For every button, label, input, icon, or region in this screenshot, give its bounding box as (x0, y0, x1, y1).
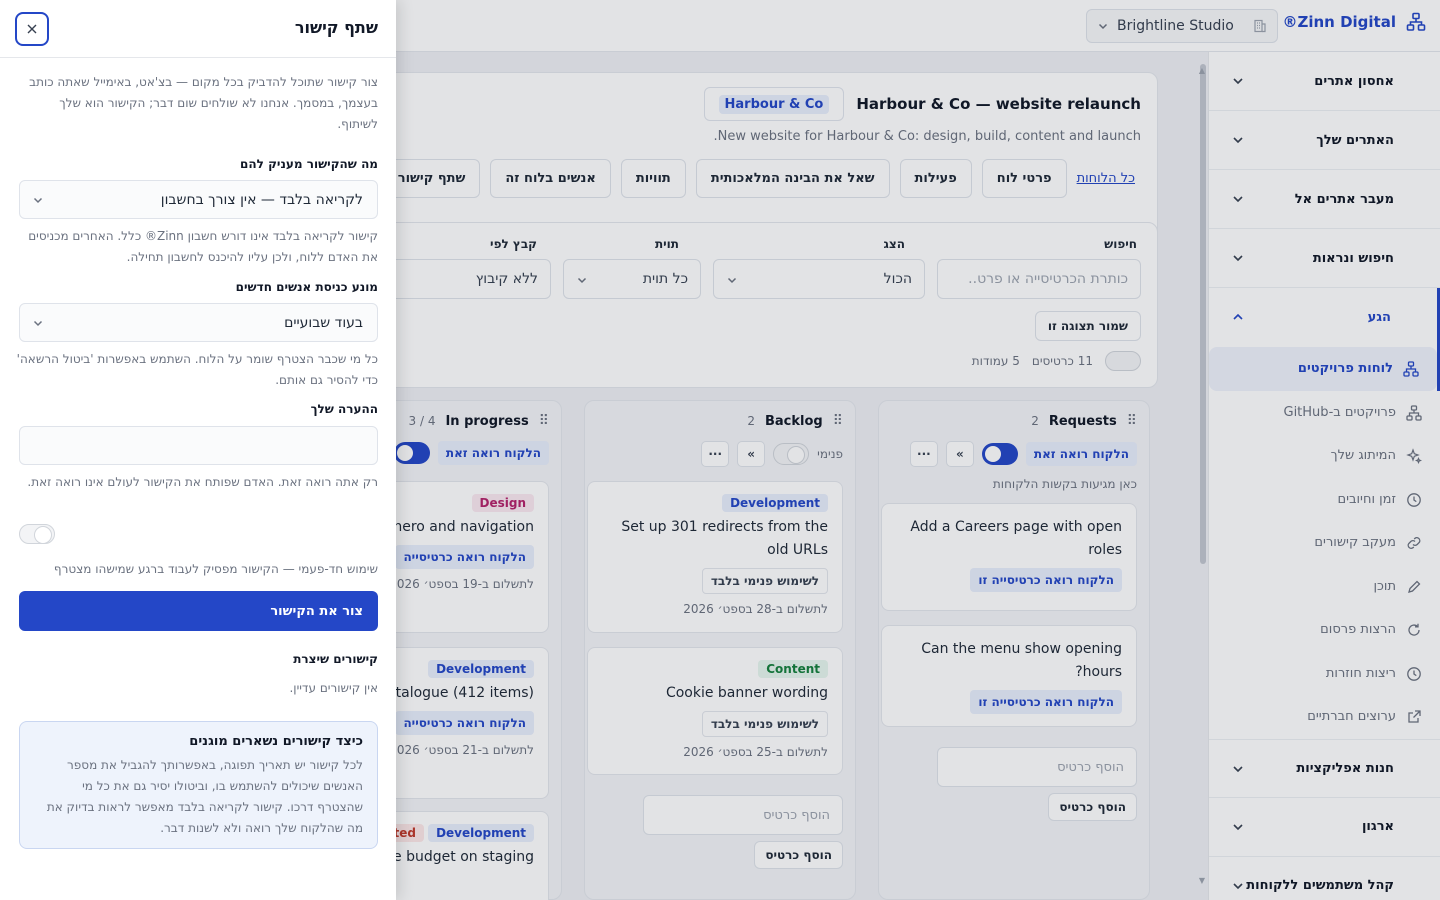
panel-title: שתף קישור (294, 18, 378, 37)
access-label: מה שהקישור מעניק להם (240, 157, 378, 171)
create-link-button[interactable]: צור את הקישור (19, 591, 378, 631)
modal-backdrop[interactable] (396, 0, 1440, 900)
panel-intro: צור קישור שתוכל להדביק בכל מקום — בצ'אט,… (29, 75, 378, 131)
expiry-select[interactable]: בעוד שבועיים (19, 303, 378, 342)
created-links-label: קישורים שיצרת (293, 652, 378, 666)
stop-label: מונע כניסת אנשים חדשים (235, 280, 378, 294)
note-help: רק אתה רואה זאת. האדם שפותח את הקישור לע… (27, 475, 378, 489)
chevron-down-icon (33, 320, 43, 327)
security-info-box: כיצד קישורים נשארים מוגנים לכל קישור יש … (19, 721, 378, 849)
expiry-help: כל מי שכבר הצטרף שומר על הלוח. השתמש באפ… (16, 352, 378, 387)
share-link-panel: שתף קישור צור קישור שתוכל להדביק בכל מקו… (0, 0, 396, 900)
one-time-label: שימוש חד-פעמי — הקישור מפסיק לעבוד ברגע … (53, 562, 378, 576)
created-links-empty: אין קישורים עדיין. (289, 681, 378, 695)
access-select[interactable]: לקריאה בלבד — אין צורך בחשבון (19, 180, 378, 219)
note-label: ההערה שלך (310, 402, 378, 416)
access-help: קישור לקריאה בלבד אינו דורש חשבון Zinn® … (28, 229, 378, 264)
note-input[interactable] (19, 426, 378, 465)
chevron-down-icon (33, 197, 43, 204)
close-icon (27, 24, 37, 34)
info-title: כיצד קישורים נשארים מוגנים (189, 734, 363, 749)
info-body: לכל קישור יש תאריך תפוגה, באפשרותך להגבי… (46, 758, 363, 835)
one-time-toggle[interactable] (19, 524, 55, 544)
close-button[interactable] (15, 12, 49, 46)
